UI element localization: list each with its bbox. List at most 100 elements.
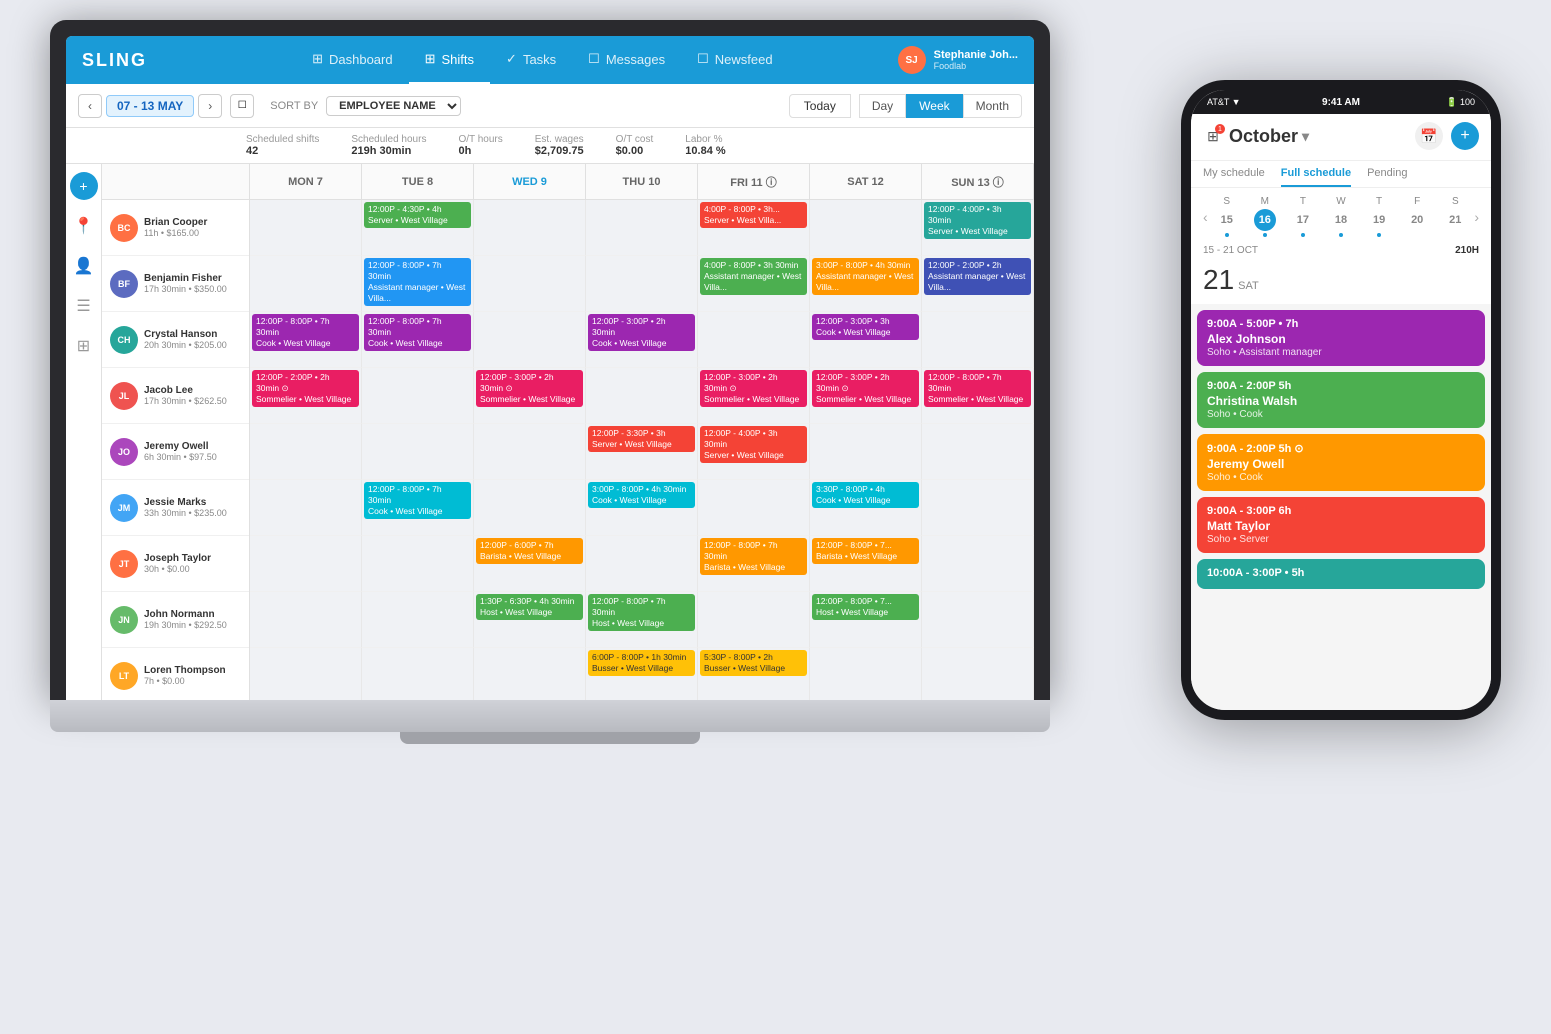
- nav-shifts[interactable]: ⊞ Shifts: [409, 36, 490, 84]
- shift-block[interactable]: 3:00P - 8:00P • 4h 30minAssistant manage…: [812, 258, 919, 295]
- cell-jes-wed[interactable]: [474, 480, 586, 536]
- day-view-button[interactable]: Day: [859, 94, 906, 118]
- shift-block[interactable]: 4:00P - 8:00P • 3h...Server • West Villa…: [700, 202, 807, 228]
- cell-jos-sat[interactable]: 12:00P - 8:00P • 7...Barista • West Vill…: [810, 536, 922, 592]
- phone-shift-matt[interactable]: 9:00A - 3:00P 6h Matt Taylor Soho • Serv…: [1197, 497, 1485, 553]
- cell-ben-wed[interactable]: [474, 256, 586, 312]
- cell-ben-sun[interactable]: 12:00P - 2:00P • 2hAssistant manager • W…: [922, 256, 1034, 312]
- next-week-button[interactable]: ›: [198, 94, 222, 118]
- cell-jes-thu[interactable]: 3:00P - 8:00P • 4h 30minCook • West Vill…: [586, 480, 698, 536]
- cell-brian-wed[interactable]: [474, 200, 586, 256]
- cell-brian-sat[interactable]: [810, 200, 922, 256]
- add-shift-phone-button[interactable]: +: [1451, 122, 1479, 150]
- emp-loren-thompson[interactable]: LT Loren Thompson 7h • $0.00: [102, 648, 249, 700]
- cell-brian-fri[interactable]: 4:00P - 8:00P • 3h...Server • West Villa…: [698, 200, 810, 256]
- today-button[interactable]: Today: [789, 94, 851, 118]
- shift-block[interactable]: 12:00P - 3:30P • 3hServer • West Village: [588, 426, 695, 452]
- shift-block[interactable]: 12:00P - 8:00P • 7h 30minHost • West Vil…: [588, 594, 695, 631]
- cell-cry-sat[interactable]: 12:00P - 3:00P • 3hCook • West Village: [810, 312, 922, 368]
- emp-jeremy-owell[interactable]: JO Jeremy Owell 6h 30min • $97.50: [102, 424, 249, 480]
- shift-block[interactable]: 12:00P - 8:00P • 7h 30minAssistant manag…: [364, 258, 471, 306]
- cell-jes-tue[interactable]: 12:00P - 8:00P • 7h 30minCook • West Vil…: [362, 480, 474, 536]
- cell-jac-thu[interactable]: [586, 368, 698, 424]
- cell-jes-sat[interactable]: 3:30P - 8:00P • 4hCook • West Village: [810, 480, 922, 536]
- cell-jn-sat[interactable]: 12:00P - 8:00P • 7...Host • West Village: [810, 592, 922, 648]
- week-view-button[interactable]: Week: [906, 94, 962, 118]
- shift-block[interactable]: 12:00P - 8:00P • 7h 30minCook • West Vil…: [364, 482, 471, 519]
- emp-jessie-marks[interactable]: JM Jessie Marks 33h 30min • $235.00: [102, 480, 249, 536]
- shift-block[interactable]: 12:00P - 6:00P • 7hBarista • West Villag…: [476, 538, 583, 564]
- add-shift-button[interactable]: +: [70, 172, 98, 200]
- filter-icon[interactable]: ⊞: [70, 332, 98, 360]
- shift-block[interactable]: 12:00P - 4:30P • 4hServer • West Village: [364, 202, 471, 228]
- cell-lor-sat[interactable]: [810, 648, 922, 700]
- schedule-grid[interactable]: MON 7 TUE 8 WED 9 THU 10 FRI 11 ⓘ SAT 12…: [250, 164, 1034, 700]
- cell-jn-thu[interactable]: 12:00P - 8:00P • 7h 30minHost • West Vil…: [586, 592, 698, 648]
- cell-jer-fri[interactable]: 12:00P - 4:00P • 3h 30minServer • West V…: [698, 424, 810, 480]
- cell-jac-fri[interactable]: 12:00P - 3:00P • 2h 30min ⊙Sommelier • W…: [698, 368, 810, 424]
- cell-jer-thu[interactable]: 12:00P - 3:30P • 3hServer • West Village: [586, 424, 698, 480]
- week-day-18[interactable]: W 18: [1330, 196, 1352, 237]
- shift-block[interactable]: 12:00P - 2:00P • 2hAssistant manager • W…: [924, 258, 1031, 295]
- shift-block[interactable]: 3:30P - 8:00P • 4hCook • West Village: [812, 482, 919, 508]
- emp-crystal-hanson[interactable]: CH Crystal Hanson 20h 30min • $205.00: [102, 312, 249, 368]
- shift-block[interactable]: 12:00P - 3:00P • 2h 30min ⊙Sommelier • W…: [812, 370, 919, 407]
- cell-jn-mon[interactable]: [250, 592, 362, 648]
- prev-week-button[interactable]: ‹: [78, 94, 102, 118]
- week-day-16[interactable]: M 16: [1254, 196, 1276, 237]
- cell-jn-tue[interactable]: [362, 592, 474, 648]
- cell-jos-fri[interactable]: 12:00P - 8:00P • 7h 30minBarista • West …: [698, 536, 810, 592]
- emp-brian-cooper[interactable]: BC Brian Cooper 11h • $165.00: [102, 200, 249, 256]
- cell-jn-fri[interactable]: [698, 592, 810, 648]
- cell-cry-mon[interactable]: 12:00P - 8:00P • 7h 30minCook • West Vil…: [250, 312, 362, 368]
- phone-shift-alex[interactable]: 9:00A - 5:00P • 7h Alex Johnson Soho • A…: [1197, 310, 1485, 366]
- cell-lor-wed[interactable]: [474, 648, 586, 700]
- cell-brian-thu[interactable]: [586, 200, 698, 256]
- user-icon[interactable]: 👤: [70, 252, 98, 280]
- shift-block[interactable]: 1:30P - 6:30P • 4h 30minHost • West Vill…: [476, 594, 583, 620]
- month-chevron-icon[interactable]: ▾: [1302, 128, 1309, 145]
- cell-lor-thu[interactable]: 6:00P - 8:00P • 1h 30minBusser • West Vi…: [586, 648, 698, 700]
- cell-jer-wed[interactable]: [474, 424, 586, 480]
- next-week-arrow[interactable]: ›: [1474, 209, 1479, 225]
- cell-jos-tue[interactable]: [362, 536, 474, 592]
- tab-my-schedule[interactable]: My schedule: [1203, 161, 1265, 187]
- cell-cry-fri[interactable]: [698, 312, 810, 368]
- cell-lor-fri[interactable]: 5:30P - 8:00P • 2hBusser • West Village: [698, 648, 810, 700]
- shift-block[interactable]: 12:00P - 4:00P • 3h 30minServer • West V…: [700, 426, 807, 463]
- week-day-19[interactable]: T 19: [1368, 196, 1390, 237]
- cell-jn-sun[interactable]: [922, 592, 1034, 648]
- tab-full-schedule[interactable]: Full schedule: [1281, 161, 1351, 187]
- cell-jos-mon[interactable]: [250, 536, 362, 592]
- cell-brian-tue[interactable]: 12:00P - 4:30P • 4hServer • West Village: [362, 200, 474, 256]
- location-icon[interactable]: 📍: [70, 212, 98, 240]
- phone-shift-jeremy[interactable]: 9:00A - 2:00P 5h ⊙ Jeremy Owell Soho • C…: [1197, 434, 1485, 491]
- shift-block[interactable]: 12:00P - 2:00P • 2h 30min ⊙Sommelier • W…: [252, 370, 359, 407]
- emp-jacob-lee[interactable]: JL Jacob Lee 17h 30min • $262.50: [102, 368, 249, 424]
- cell-jac-mon[interactable]: 12:00P - 2:00P • 2h 30min ⊙Sommelier • W…: [250, 368, 362, 424]
- cell-jac-tue[interactable]: [362, 368, 474, 424]
- menu-icon[interactable]: ☰: [70, 292, 98, 320]
- shift-block[interactable]: 12:00P - 8:00P • 7h 30minCook • West Vil…: [364, 314, 471, 351]
- cell-jac-wed[interactable]: 12:00P - 3:00P • 2h 30min ⊙Sommelier • W…: [474, 368, 586, 424]
- shift-block[interactable]: 12:00P - 4:00P • 3h 30minServer • West V…: [924, 202, 1031, 239]
- cell-lor-tue[interactable]: [362, 648, 474, 700]
- cell-jac-sat[interactable]: 12:00P - 3:00P • 2h 30min ⊙Sommelier • W…: [810, 368, 922, 424]
- shift-block[interactable]: 12:00P - 8:00P • 7...Host • West Village: [812, 594, 919, 620]
- cell-cry-sun[interactable]: [922, 312, 1034, 368]
- cell-jer-tue[interactable]: [362, 424, 474, 480]
- nav-tasks[interactable]: ✓ Tasks: [490, 36, 572, 84]
- cell-ben-sat[interactable]: 3:00P - 8:00P • 4h 30minAssistant manage…: [810, 256, 922, 312]
- calendar-icon-button[interactable]: 📅: [1415, 122, 1443, 150]
- shift-block[interactable]: 6:00P - 8:00P • 1h 30minBusser • West Vi…: [588, 650, 695, 676]
- week-day-21[interactable]: S 21: [1444, 196, 1466, 237]
- nav-messages[interactable]: ☐ Messages: [572, 36, 681, 84]
- cell-ben-thu[interactable]: [586, 256, 698, 312]
- cell-jer-sat[interactable]: [810, 424, 922, 480]
- cell-brian-mon[interactable]: [250, 200, 362, 256]
- week-day-17[interactable]: T 17: [1292, 196, 1314, 237]
- cell-cry-thu[interactable]: 12:00P - 3:00P • 2h 30minCook • West Vil…: [586, 312, 698, 368]
- shift-block[interactable]: 12:00P - 8:00P • 7h 30minSommelier • Wes…: [924, 370, 1031, 407]
- shift-block[interactable]: 12:00P - 3:00P • 2h 30min ⊙Sommelier • W…: [476, 370, 583, 407]
- shift-block[interactable]: 12:00P - 8:00P • 7h 30minCook • West Vil…: [252, 314, 359, 351]
